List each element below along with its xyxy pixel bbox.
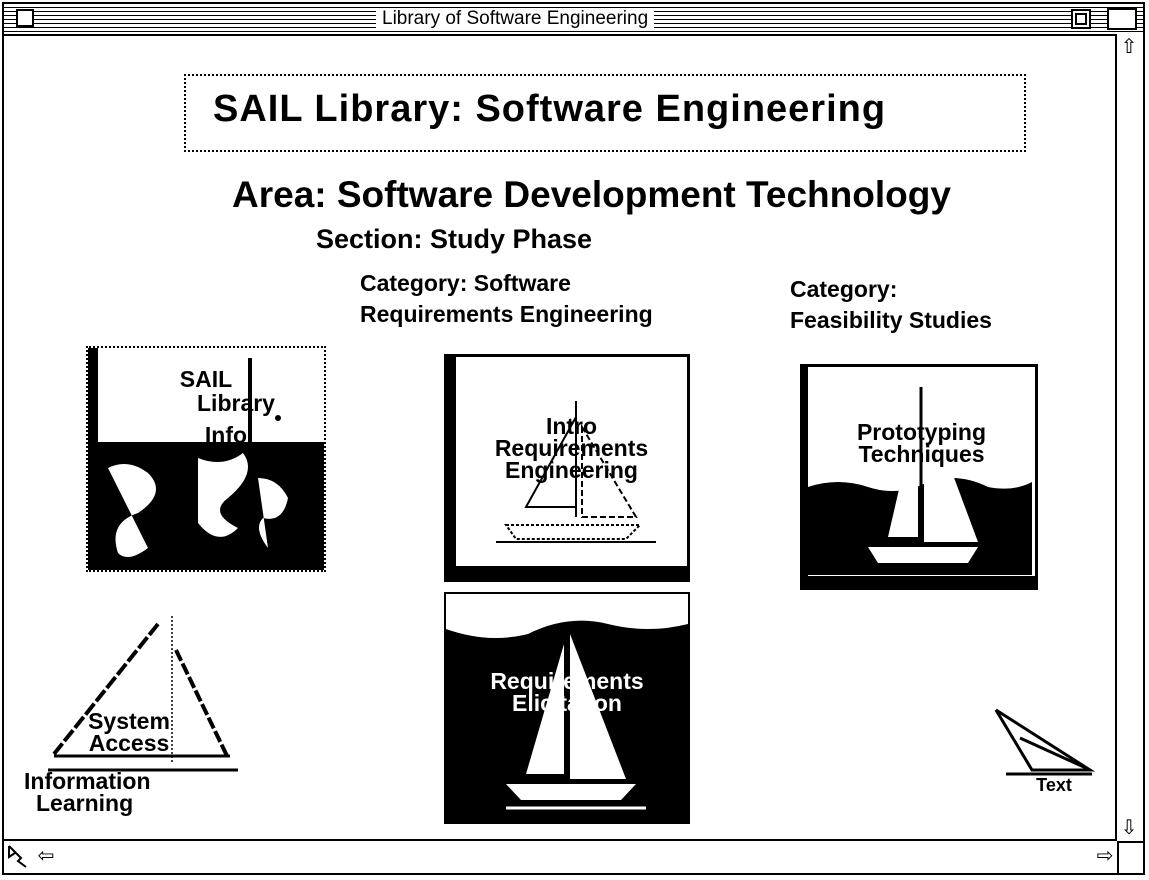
tile-label-line2: Elicitation	[512, 690, 622, 716]
system-access-line3: Information	[24, 768, 151, 794]
tile-label-line1: Intro	[545, 413, 598, 439]
page-title: SAIL Library: Software Engineering	[213, 88, 887, 130]
category-line1: Category:	[790, 276, 898, 302]
category-line2: Feasibility Studies	[790, 307, 992, 333]
tile-label-line2: Library	[197, 390, 275, 416]
up-arrow-icon[interactable]: ⇧	[1117, 34, 1141, 60]
area-heading: Area: Software Development Technology	[232, 174, 951, 215]
section-heading: Section: Study Phase	[316, 224, 593, 254]
sailboat-icon	[808, 387, 1032, 575]
app-window: Library of Software Engineering ⇧ ⇩ ⇦ ⇨ …	[2, 2, 1145, 875]
system-access-line1: System	[88, 708, 170, 734]
category-feasibility: Category: Feasibility Studies	[790, 274, 992, 336]
left-arrow-icon[interactable]: ⇦	[34, 843, 58, 869]
title-bar[interactable]: Library of Software Engineering	[4, 4, 1143, 36]
tool-icon[interactable]	[6, 843, 30, 869]
vertical-scrollbar[interactable]: ⇧ ⇩	[1115, 34, 1143, 841]
tile-intro-requirements-engineering[interactable]: Intro Requirements Engineering	[444, 354, 690, 582]
tile-label-line1: SAIL	[179, 366, 233, 392]
zoom-box-icon[interactable]	[1071, 9, 1091, 29]
tile-label-line1: Requirements	[490, 668, 644, 694]
system-access-icon[interactable]: System Access Information Learning	[24, 614, 254, 828]
window-title: Library of Software Engineering	[376, 8, 655, 30]
tile-requirements-elicitation[interactable]: Requirements Elicitation	[444, 592, 690, 824]
horizontal-scrollbar[interactable]: ⇦ ⇨	[4, 839, 1117, 873]
text-icon-label: Text	[1036, 775, 1072, 795]
tile-prototyping-techniques[interactable]: Prototyping Techniques	[800, 364, 1038, 590]
tile-label-line3: Engineering	[505, 457, 638, 483]
text-icon[interactable]: Text	[990, 708, 1098, 804]
category-software-requirements: Category: Software Requirements Engineer…	[360, 268, 653, 330]
library-header-box: SAIL Library: Software Engineering	[184, 74, 1026, 152]
category-line1: Category: Software	[360, 270, 571, 296]
system-access-line2: Access	[88, 730, 170, 756]
tile-sail-library-info[interactable]: SAIL Library Info	[86, 346, 326, 572]
category-line2: Requirements Engineering	[360, 301, 653, 327]
tile-label-line2: Techniques	[858, 441, 985, 467]
window-grow-icon[interactable]	[1107, 8, 1137, 30]
tile-label-line2: Requirements	[494, 435, 649, 461]
size-box-icon[interactable]	[1117, 841, 1143, 873]
right-arrow-icon[interactable]: ⇨	[1093, 843, 1117, 869]
system-access-line4: Learning	[36, 790, 134, 816]
tile-label-line3: Info	[204, 422, 248, 448]
down-arrow-icon[interactable]: ⇩	[1117, 815, 1141, 841]
tile-label-line1: Prototyping	[856, 419, 987, 445]
close-box-icon[interactable]	[16, 9, 34, 27]
